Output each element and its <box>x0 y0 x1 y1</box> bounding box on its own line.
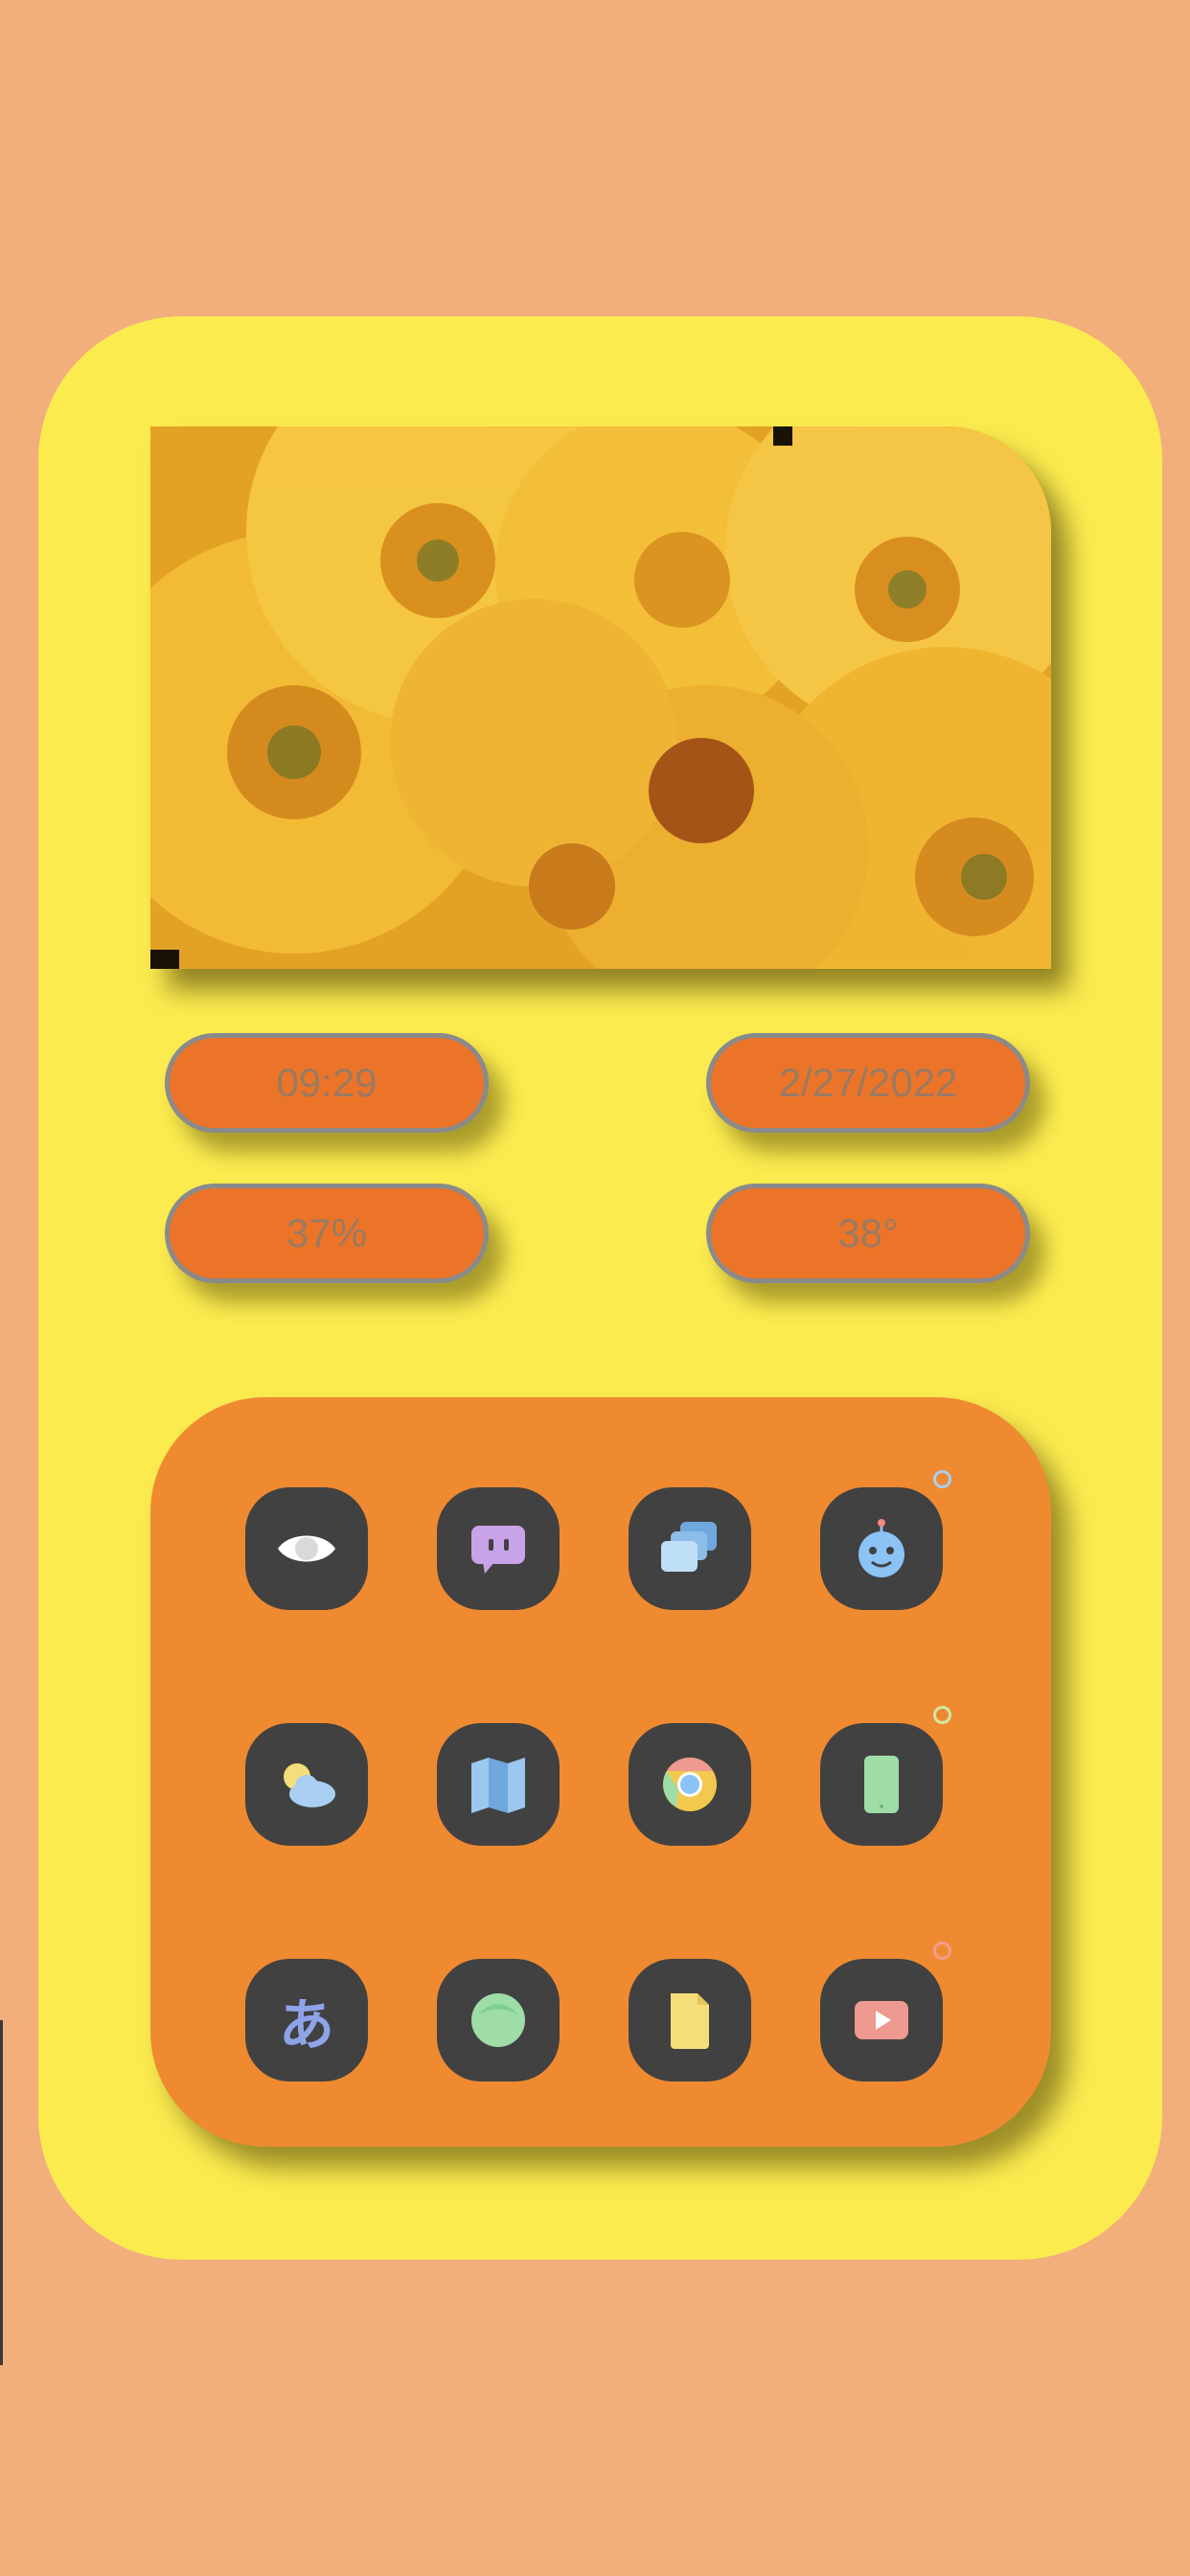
video-play-icon <box>855 2001 908 2039</box>
circle-icon <box>471 1993 525 2047</box>
sunflower-photo <box>150 426 1051 969</box>
app-eye[interactable] <box>245 1487 368 1610</box>
weather-icon <box>284 1763 335 1807</box>
phone-icon <box>864 1756 899 1813</box>
indicator-dot <box>933 1706 951 1724</box>
eye-icon <box>278 1535 335 1562</box>
indicator-dot <box>933 1942 951 1960</box>
photo-widget[interactable] <box>150 426 1051 969</box>
temperature-text: 38° <box>837 1210 899 1255</box>
app-weather[interactable] <box>245 1723 368 1846</box>
app-chrome[interactable] <box>629 1723 751 1846</box>
map-icon <box>471 1758 525 1813</box>
edge-divider <box>0 2020 3 2365</box>
battery-widget[interactable]: 37% <box>165 1184 489 1283</box>
time-text: 09:29 <box>276 1060 378 1105</box>
chat-bubble-icon <box>471 1526 525 1574</box>
app-grid-panel: あ <box>150 1397 1051 2147</box>
date-text: 2/27/2022 <box>778 1060 958 1105</box>
stacked-windows-icon <box>661 1522 717 1572</box>
battery-text: 37% <box>286 1210 368 1255</box>
date-widget[interactable]: 2/27/2022 <box>706 1033 1030 1133</box>
app-chat[interactable] <box>437 1487 560 1610</box>
chrome-icon <box>663 1758 717 1811</box>
app-video[interactable] <box>820 1959 943 2082</box>
time-widget[interactable]: 09:29 <box>165 1033 489 1133</box>
indicator-dot <box>933 1470 951 1488</box>
hiragana-icon: あ <box>278 1992 334 2058</box>
app-circle[interactable] <box>437 1959 560 2082</box>
robot-icon <box>858 1519 904 1577</box>
app-language[interactable]: あ <box>245 1959 368 2082</box>
app-robot[interactable] <box>820 1487 943 1610</box>
app-files[interactable] <box>629 1959 751 2082</box>
document-icon <box>671 1993 709 2049</box>
app-maps[interactable] <box>437 1723 560 1846</box>
app-phone[interactable] <box>820 1723 943 1846</box>
temperature-widget[interactable]: 38° <box>706 1184 1030 1283</box>
app-windows[interactable] <box>629 1487 751 1610</box>
